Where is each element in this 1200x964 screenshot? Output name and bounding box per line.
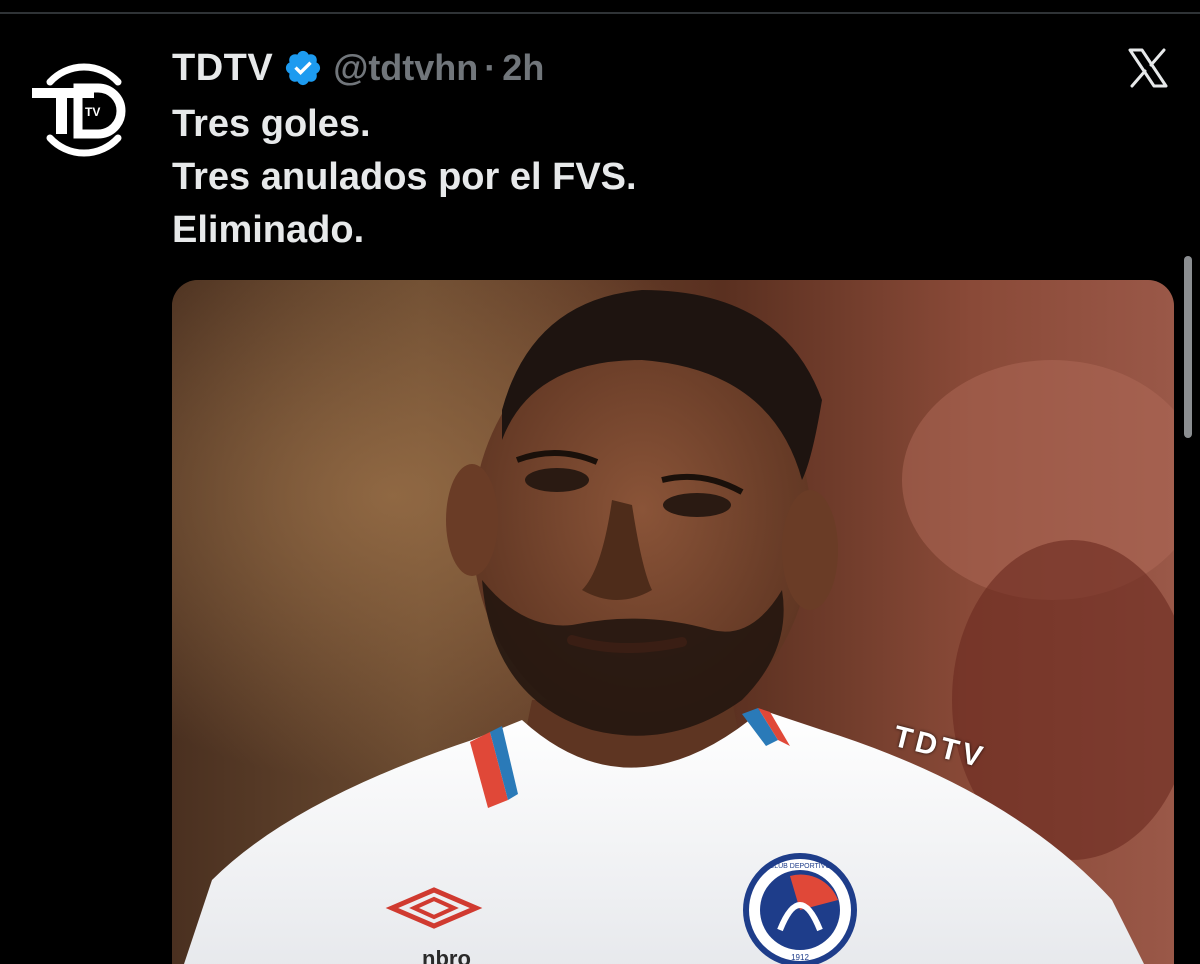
tweet-line-3: Eliminado. (172, 209, 365, 251)
media-illustration: nbro CLUB DEPORTIVO 1912 (172, 280, 1174, 964)
tdtv-logo-icon: TV (32, 63, 126, 157)
tweet-screen: TV TDTV @tdtvhn · 2h Tres goles. Tres an… (0, 0, 1200, 964)
crest-year: 1912 (791, 953, 809, 962)
tweet-media-image[interactable]: nbro CLUB DEPORTIVO 1912 TDTV (172, 280, 1174, 964)
avatar-logo-text: TV (85, 105, 100, 119)
user-handle[interactable]: @tdtvhn (333, 47, 478, 89)
verified-badge-icon[interactable] (283, 48, 323, 88)
x-logo-icon[interactable] (1126, 46, 1170, 90)
avatar[interactable]: TV (28, 52, 140, 164)
scrollbar[interactable] (1184, 256, 1192, 438)
display-name[interactable]: TDTV (172, 47, 273, 90)
tweet-line-2: Tres anulados por el FVS. (172, 156, 637, 198)
tweet-line-1: Tres goles. (172, 103, 371, 145)
crest-text: CLUB DEPORTIVO (769, 863, 831, 870)
kit-brand-text: nbro (422, 946, 471, 964)
tweet-text: Tres goles. Tres anulados por el FVS. El… (172, 98, 1072, 257)
tweet-header: TDTV @tdtvhn · 2h (172, 44, 544, 92)
top-divider (0, 12, 1200, 14)
timestamp[interactable]: 2h (502, 47, 544, 89)
separator-dot: · (484, 47, 497, 88)
